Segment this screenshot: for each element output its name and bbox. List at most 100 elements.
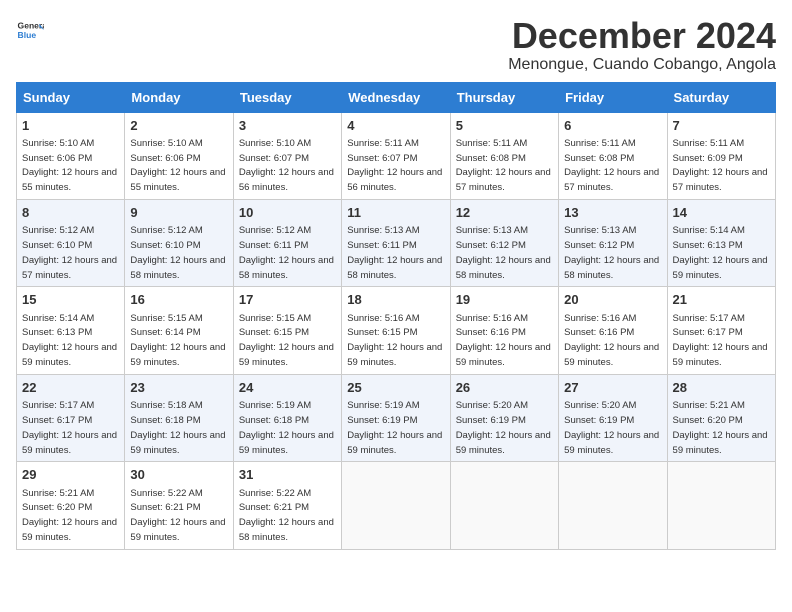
day-number: 12 bbox=[456, 204, 553, 222]
header-wednesday: Wednesday bbox=[342, 82, 450, 112]
month-title: December 2024 bbox=[508, 16, 776, 56]
day-number: 8 bbox=[22, 204, 119, 222]
table-row: 24 Sunrise: 5:19 AM Sunset: 6:18 PM Dayl… bbox=[233, 374, 341, 461]
table-row: 12 Sunrise: 5:13 AM Sunset: 6:12 PM Dayl… bbox=[450, 200, 558, 287]
location-title: Menongue, Cuando Cobango, Angola bbox=[508, 56, 776, 74]
day-number: 16 bbox=[130, 291, 227, 309]
table-row: 18 Sunrise: 5:16 AM Sunset: 6:15 PM Dayl… bbox=[342, 287, 450, 374]
day-info: Sunrise: 5:14 AM Sunset: 6:13 PM Dayligh… bbox=[673, 225, 768, 280]
table-row: 14 Sunrise: 5:14 AM Sunset: 6:13 PM Dayl… bbox=[667, 200, 775, 287]
header-thursday: Thursday bbox=[450, 82, 558, 112]
table-row: 9 Sunrise: 5:12 AM Sunset: 6:10 PM Dayli… bbox=[125, 200, 233, 287]
day-info: Sunrise: 5:19 AM Sunset: 6:19 PM Dayligh… bbox=[347, 400, 442, 455]
header-monday: Monday bbox=[125, 82, 233, 112]
day-info: Sunrise: 5:10 AM Sunset: 6:06 PM Dayligh… bbox=[22, 138, 117, 193]
day-number: 23 bbox=[130, 379, 227, 397]
day-number: 11 bbox=[347, 204, 444, 222]
day-number: 18 bbox=[347, 291, 444, 309]
header-friday: Friday bbox=[559, 82, 667, 112]
logo-icon: General Blue bbox=[16, 16, 44, 44]
day-info: Sunrise: 5:16 AM Sunset: 6:15 PM Dayligh… bbox=[347, 313, 442, 368]
table-row: 6 Sunrise: 5:11 AM Sunset: 6:08 PM Dayli… bbox=[559, 112, 667, 199]
day-info: Sunrise: 5:16 AM Sunset: 6:16 PM Dayligh… bbox=[456, 313, 551, 368]
day-info: Sunrise: 5:16 AM Sunset: 6:16 PM Dayligh… bbox=[564, 313, 659, 368]
day-info: Sunrise: 5:17 AM Sunset: 6:17 PM Dayligh… bbox=[673, 313, 768, 368]
day-info: Sunrise: 5:12 AM Sunset: 6:11 PM Dayligh… bbox=[239, 225, 334, 280]
table-row: 27 Sunrise: 5:20 AM Sunset: 6:19 PM Dayl… bbox=[559, 374, 667, 461]
calendar-row: 22 Sunrise: 5:17 AM Sunset: 6:17 PM Dayl… bbox=[17, 374, 776, 461]
day-info: Sunrise: 5:12 AM Sunset: 6:10 PM Dayligh… bbox=[22, 225, 117, 280]
day-number: 10 bbox=[239, 204, 336, 222]
day-info: Sunrise: 5:12 AM Sunset: 6:10 PM Dayligh… bbox=[130, 225, 225, 280]
table-row: 8 Sunrise: 5:12 AM Sunset: 6:10 PM Dayli… bbox=[17, 200, 125, 287]
title-area: December 2024 Menongue, Cuando Cobango, … bbox=[508, 16, 776, 74]
table-row bbox=[559, 462, 667, 549]
day-info: Sunrise: 5:11 AM Sunset: 6:07 PM Dayligh… bbox=[347, 138, 442, 193]
table-row: 28 Sunrise: 5:21 AM Sunset: 6:20 PM Dayl… bbox=[667, 374, 775, 461]
day-info: Sunrise: 5:21 AM Sunset: 6:20 PM Dayligh… bbox=[22, 488, 117, 543]
day-info: Sunrise: 5:20 AM Sunset: 6:19 PM Dayligh… bbox=[564, 400, 659, 455]
day-number: 25 bbox=[347, 379, 444, 397]
day-number: 15 bbox=[22, 291, 119, 309]
day-number: 26 bbox=[456, 379, 553, 397]
day-number: 30 bbox=[130, 466, 227, 484]
day-number: 28 bbox=[673, 379, 770, 397]
table-row: 25 Sunrise: 5:19 AM Sunset: 6:19 PM Dayl… bbox=[342, 374, 450, 461]
table-row: 19 Sunrise: 5:16 AM Sunset: 6:16 PM Dayl… bbox=[450, 287, 558, 374]
table-row: 21 Sunrise: 5:17 AM Sunset: 6:17 PM Dayl… bbox=[667, 287, 775, 374]
table-row: 2 Sunrise: 5:10 AM Sunset: 6:06 PM Dayli… bbox=[125, 112, 233, 199]
day-number: 17 bbox=[239, 291, 336, 309]
day-info: Sunrise: 5:13 AM Sunset: 6:11 PM Dayligh… bbox=[347, 225, 442, 280]
table-row bbox=[667, 462, 775, 549]
day-info: Sunrise: 5:14 AM Sunset: 6:13 PM Dayligh… bbox=[22, 313, 117, 368]
day-number: 21 bbox=[673, 291, 770, 309]
calendar-row: 15 Sunrise: 5:14 AM Sunset: 6:13 PM Dayl… bbox=[17, 287, 776, 374]
day-number: 2 bbox=[130, 117, 227, 135]
day-info: Sunrise: 5:10 AM Sunset: 6:07 PM Dayligh… bbox=[239, 138, 334, 193]
day-info: Sunrise: 5:20 AM Sunset: 6:19 PM Dayligh… bbox=[456, 400, 551, 455]
table-row: 26 Sunrise: 5:20 AM Sunset: 6:19 PM Dayl… bbox=[450, 374, 558, 461]
day-info: Sunrise: 5:15 AM Sunset: 6:14 PM Dayligh… bbox=[130, 313, 225, 368]
calendar-table: Sunday Monday Tuesday Wednesday Thursday… bbox=[16, 82, 776, 550]
table-row: 20 Sunrise: 5:16 AM Sunset: 6:16 PM Dayl… bbox=[559, 287, 667, 374]
table-row bbox=[342, 462, 450, 549]
day-number: 19 bbox=[456, 291, 553, 309]
day-number: 31 bbox=[239, 466, 336, 484]
day-number: 29 bbox=[22, 466, 119, 484]
header-saturday: Saturday bbox=[667, 82, 775, 112]
day-number: 20 bbox=[564, 291, 661, 309]
table-row: 29 Sunrise: 5:21 AM Sunset: 6:20 PM Dayl… bbox=[17, 462, 125, 549]
table-row: 3 Sunrise: 5:10 AM Sunset: 6:07 PM Dayli… bbox=[233, 112, 341, 199]
day-info: Sunrise: 5:22 AM Sunset: 6:21 PM Dayligh… bbox=[239, 488, 334, 543]
table-row: 13 Sunrise: 5:13 AM Sunset: 6:12 PM Dayl… bbox=[559, 200, 667, 287]
day-number: 3 bbox=[239, 117, 336, 135]
day-number: 1 bbox=[22, 117, 119, 135]
day-number: 14 bbox=[673, 204, 770, 222]
day-number: 27 bbox=[564, 379, 661, 397]
table-row: 11 Sunrise: 5:13 AM Sunset: 6:11 PM Dayl… bbox=[342, 200, 450, 287]
table-row: 1 Sunrise: 5:10 AM Sunset: 6:06 PM Dayli… bbox=[17, 112, 125, 199]
calendar-body: 1 Sunrise: 5:10 AM Sunset: 6:06 PM Dayli… bbox=[17, 112, 776, 549]
day-info: Sunrise: 5:21 AM Sunset: 6:20 PM Dayligh… bbox=[673, 400, 768, 455]
day-info: Sunrise: 5:13 AM Sunset: 6:12 PM Dayligh… bbox=[456, 225, 551, 280]
logo: General Blue bbox=[16, 16, 44, 44]
table-row: 31 Sunrise: 5:22 AM Sunset: 6:21 PM Dayl… bbox=[233, 462, 341, 549]
table-row bbox=[450, 462, 558, 549]
day-info: Sunrise: 5:15 AM Sunset: 6:15 PM Dayligh… bbox=[239, 313, 334, 368]
day-info: Sunrise: 5:13 AM Sunset: 6:12 PM Dayligh… bbox=[564, 225, 659, 280]
calendar-row: 1 Sunrise: 5:10 AM Sunset: 6:06 PM Dayli… bbox=[17, 112, 776, 199]
day-info: Sunrise: 5:11 AM Sunset: 6:09 PM Dayligh… bbox=[673, 138, 768, 193]
day-info: Sunrise: 5:17 AM Sunset: 6:17 PM Dayligh… bbox=[22, 400, 117, 455]
day-number: 4 bbox=[347, 117, 444, 135]
day-number: 24 bbox=[239, 379, 336, 397]
svg-text:Blue: Blue bbox=[18, 30, 37, 40]
table-row: 22 Sunrise: 5:17 AM Sunset: 6:17 PM Dayl… bbox=[17, 374, 125, 461]
header-tuesday: Tuesday bbox=[233, 82, 341, 112]
table-row: 17 Sunrise: 5:15 AM Sunset: 6:15 PM Dayl… bbox=[233, 287, 341, 374]
table-row: 23 Sunrise: 5:18 AM Sunset: 6:18 PM Dayl… bbox=[125, 374, 233, 461]
table-row: 5 Sunrise: 5:11 AM Sunset: 6:08 PM Dayli… bbox=[450, 112, 558, 199]
calendar-row: 29 Sunrise: 5:21 AM Sunset: 6:20 PM Dayl… bbox=[17, 462, 776, 549]
day-number: 9 bbox=[130, 204, 227, 222]
table-row: 7 Sunrise: 5:11 AM Sunset: 6:09 PM Dayli… bbox=[667, 112, 775, 199]
table-row: 30 Sunrise: 5:22 AM Sunset: 6:21 PM Dayl… bbox=[125, 462, 233, 549]
